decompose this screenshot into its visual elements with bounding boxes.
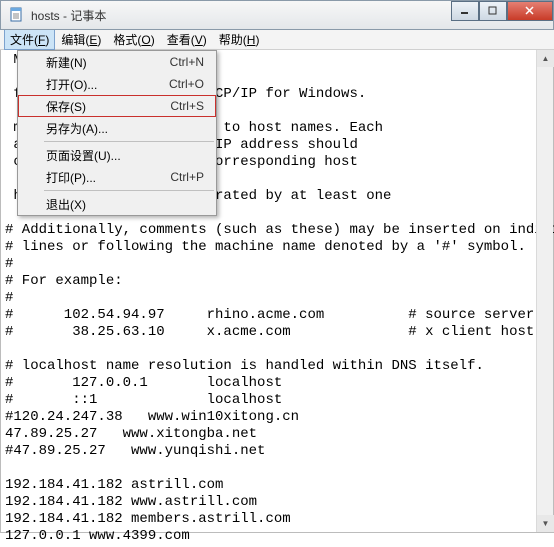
maximize-button[interactable] bbox=[479, 1, 507, 21]
titlebar: hosts - 记事本 bbox=[0, 0, 554, 30]
menu-save[interactable]: 保存(S)Ctrl+S bbox=[18, 95, 216, 117]
menu-new[interactable]: 新建(N)Ctrl+N bbox=[18, 51, 216, 73]
window-controls bbox=[451, 1, 553, 21]
editor-area: Microsoft Corp. file used by Microsoft T… bbox=[0, 50, 554, 533]
minimize-button[interactable] bbox=[451, 1, 479, 21]
menu-file[interactable]: 文件(F) bbox=[4, 29, 55, 50]
menu-edit[interactable]: 编辑(E) bbox=[55, 29, 107, 50]
close-button[interactable] bbox=[507, 1, 553, 21]
file-menu-dropdown: 新建(N)Ctrl+N 打开(O)...Ctrl+O 保存(S)Ctrl+S 另… bbox=[17, 50, 217, 216]
menu-separator bbox=[44, 190, 214, 191]
menu-exit[interactable]: 退出(X) bbox=[18, 193, 216, 215]
scroll-up-icon[interactable]: ▲ bbox=[537, 50, 554, 67]
notepad-icon bbox=[9, 7, 25, 23]
menu-print[interactable]: 打印(P)...Ctrl+P bbox=[18, 166, 216, 188]
menubar: 文件(F) 编辑(E) 格式(O) 查看(V) 帮助(H) bbox=[0, 30, 554, 50]
menu-open[interactable]: 打开(O)...Ctrl+O bbox=[18, 73, 216, 95]
menu-help[interactable]: 帮助(H) bbox=[213, 29, 266, 50]
menu-view[interactable]: 查看(V) bbox=[161, 29, 213, 50]
window-title: hosts - 记事本 bbox=[31, 7, 106, 24]
menu-pagesetup[interactable]: 页面设置(U)... bbox=[18, 144, 216, 166]
menu-separator bbox=[44, 141, 214, 142]
vertical-scrollbar[interactable]: ▲ ▼ bbox=[536, 50, 553, 532]
menu-format[interactable]: 格式(O) bbox=[107, 29, 160, 50]
menu-saveas[interactable]: 另存为(A)... bbox=[18, 117, 216, 139]
scroll-down-icon[interactable]: ▼ bbox=[537, 515, 554, 532]
